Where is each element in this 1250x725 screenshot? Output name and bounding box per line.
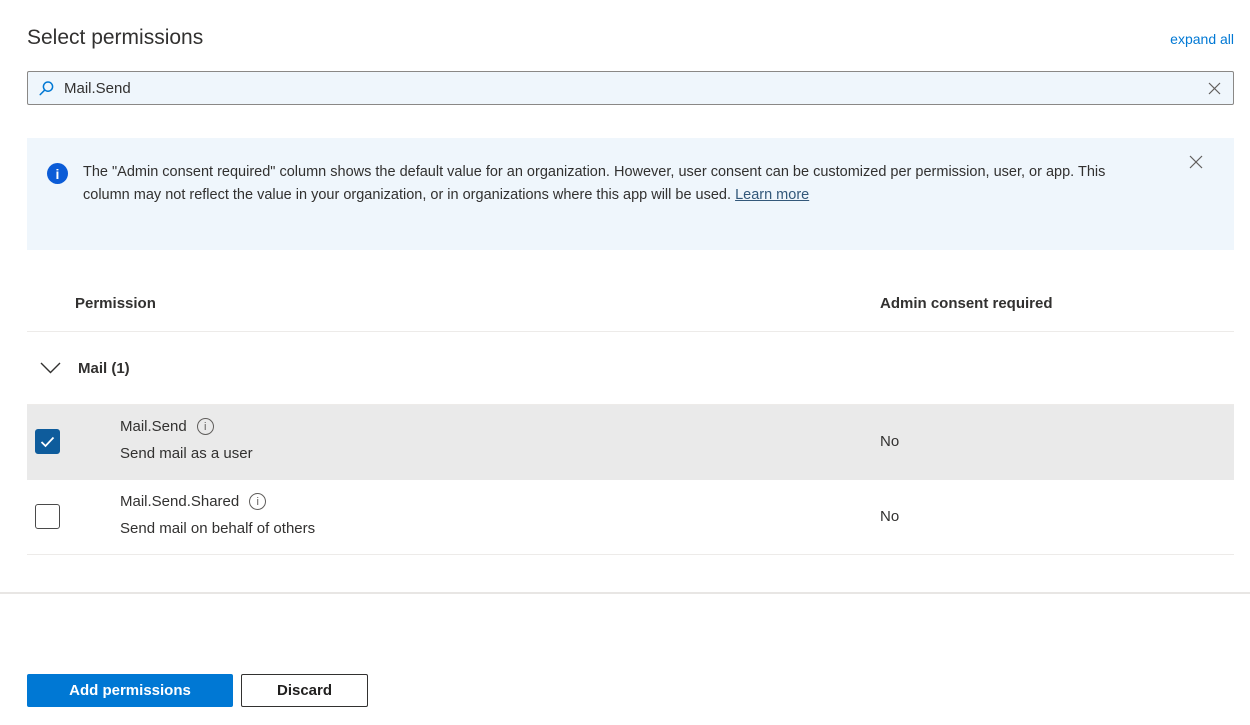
column-header-admin-consent: Admin consent required	[880, 295, 1053, 312]
info-banner: i The "Admin consent required" column sh…	[27, 138, 1234, 250]
titlebar: Select permissions expand all	[27, 0, 1234, 50]
group-row-mail[interactable]: Mail (1)	[27, 332, 1234, 405]
add-permissions-button[interactable]: Add permissions	[27, 674, 233, 707]
info-banner-text: The "Admin consent required" column show…	[83, 161, 1143, 206]
permission-name: Mail.Send.Shared	[120, 493, 239, 510]
permission-name: Mail.Send	[120, 418, 187, 435]
info-icon: i	[47, 163, 68, 184]
checkbox-mail-send[interactable]	[35, 429, 60, 454]
chevron-down-icon[interactable]	[40, 362, 61, 374]
table-row[interactable]: Mail.Send.Shared i Send mail on behalf o…	[27, 480, 1234, 555]
table-header: Permission Admin consent required	[27, 295, 1234, 332]
page-title: Select permissions	[27, 26, 203, 50]
checkbox-mail-send-shared[interactable]	[35, 504, 60, 529]
search-box[interactable]	[27, 71, 1234, 105]
permission-info-icon[interactable]: i	[249, 493, 266, 510]
learn-more-link[interactable]: Learn more	[735, 187, 809, 203]
group-label: Mail (1)	[78, 360, 130, 377]
permission-description: Send mail as a user	[120, 445, 253, 462]
select-permissions-panel: Select permissions expand all i	[0, 0, 1250, 725]
admin-consent-value: No	[880, 508, 899, 525]
footer-divider	[0, 592, 1250, 594]
permission-info-icon[interactable]: i	[197, 418, 214, 435]
search-clear-icon[interactable]	[1206, 80, 1223, 97]
table-row[interactable]: Mail.Send i Send mail as a user No	[27, 405, 1234, 480]
footer-actions: Add permissions Discard	[27, 674, 368, 707]
expand-all-link[interactable]: expand all	[1170, 31, 1234, 47]
permission-description: Send mail on behalf of others	[120, 520, 315, 537]
search-icon	[38, 80, 55, 97]
info-banner-message: The "Admin consent required" column show…	[83, 164, 1105, 203]
discard-button[interactable]: Discard	[241, 674, 368, 707]
admin-consent-value: No	[880, 433, 899, 450]
banner-close-icon[interactable]	[1186, 152, 1206, 172]
column-header-permission: Permission	[75, 295, 156, 312]
search-input[interactable]	[64, 80, 1206, 97]
